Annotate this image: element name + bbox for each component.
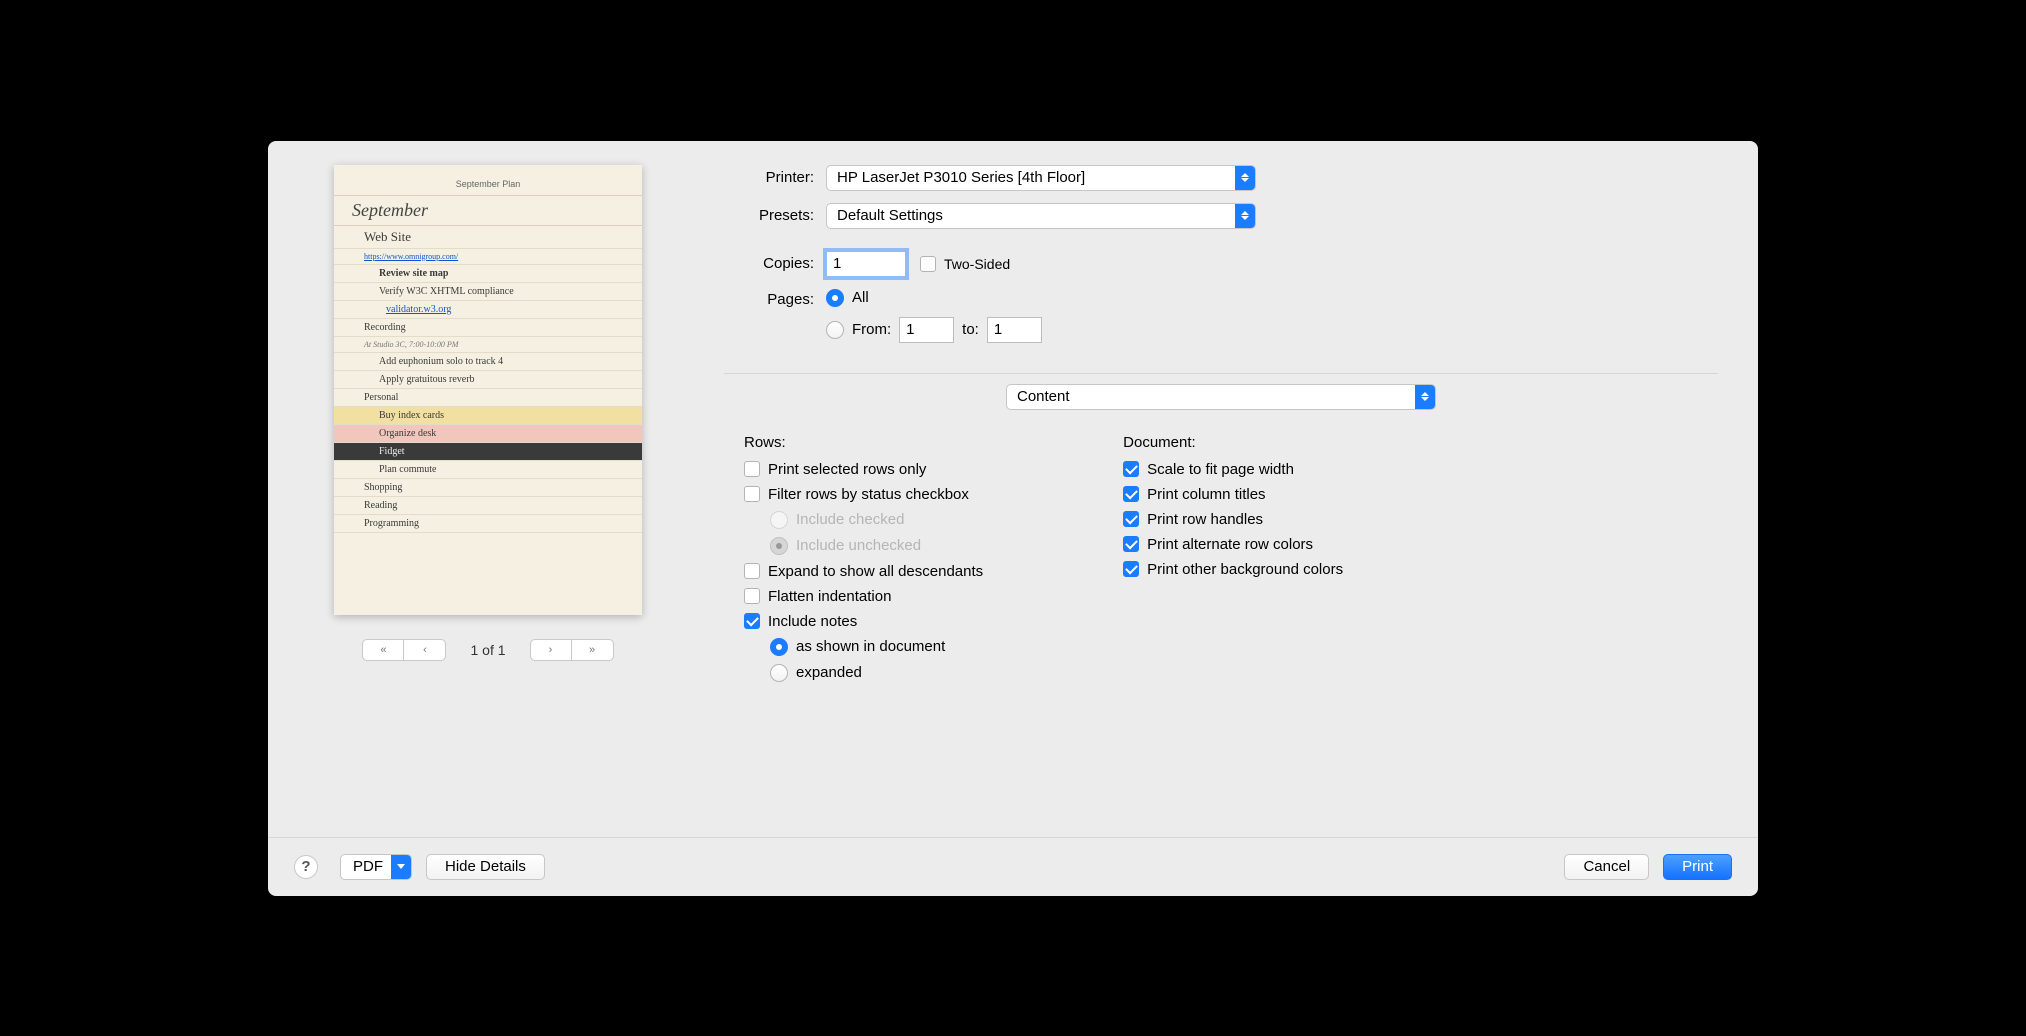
preview-row: Verify W3C XHTML compliance <box>334 283 642 301</box>
preview-row: Plan commute <box>334 461 642 479</box>
filter-status-label: Filter rows by status checkbox <box>768 486 969 503</box>
preview-row: Apply gratuitous reverb <box>334 371 642 389</box>
preview-row: Shopping <box>334 479 642 497</box>
include-checked-label: Include checked <box>796 511 904 528</box>
bg-colors-checkbox[interactable] <box>1123 561 1139 577</box>
notes-as-shown-label: as shown in document <box>796 638 945 655</box>
preview-row: At Studio 3C, 7:00-10:00 PM <box>334 337 642 353</box>
row-handles-label: Print row handles <box>1147 511 1263 528</box>
selected-rows-label: Print selected rows only <box>768 461 926 478</box>
cancel-button[interactable]: Cancel <box>1564 854 1649 880</box>
selected-rows-checkbox[interactable] <box>744 461 760 477</box>
preview-row: validator.w3.org <box>334 301 642 319</box>
flatten-indent-checkbox[interactable] <box>744 588 760 604</box>
column-titles-checkbox[interactable] <box>1123 486 1139 502</box>
pages-from-input[interactable] <box>899 317 954 343</box>
include-notes-checkbox[interactable] <box>744 613 760 629</box>
notes-expanded-label: expanded <box>796 664 862 681</box>
printer-select[interactable]: HP LaserJet P3010 Series [4th Floor] <box>826 165 1256 191</box>
alt-row-colors-label: Print alternate row colors <box>1147 536 1313 553</box>
pages-to-label: to: <box>962 321 979 338</box>
two-sided-label: Two-Sided <box>944 256 1010 272</box>
bg-colors-label: Print other background colors <box>1147 561 1343 578</box>
preview-row: https://www.omnigroup.com/ <box>334 249 642 265</box>
alt-row-colors-checkbox[interactable] <box>1123 536 1139 552</box>
pages-all-label: All <box>852 289 869 306</box>
pager-prev-button[interactable]: ‹ <box>404 639 446 661</box>
notes-expanded-radio[interactable] <box>770 664 788 682</box>
dialog-footer: ? PDF Hide Details Cancel Print <box>268 837 1758 896</box>
pages-all-radio[interactable] <box>826 289 844 307</box>
print-dialog: September Plan September Web Sitehttps:/… <box>268 141 1758 896</box>
preview-row: Organize desk <box>334 425 642 443</box>
print-preview-panel: September Plan September Web Sitehttps:/… <box>308 165 668 837</box>
pdf-menu-button[interactable]: PDF <box>340 854 412 880</box>
preview-row: Personal <box>334 389 642 407</box>
preview-row: Fidget <box>334 443 642 461</box>
stepper-icon <box>1235 204 1255 228</box>
scale-fit-checkbox[interactable] <box>1123 461 1139 477</box>
preview-row: Review site map <box>334 265 642 283</box>
scale-fit-label: Scale to fit page width <box>1147 461 1294 478</box>
copies-label: Copies: <box>724 255 814 272</box>
pages-range-radio[interactable] <box>826 321 844 339</box>
hide-details-button[interactable]: Hide Details <box>426 854 545 880</box>
presets-value: Default Settings <box>837 207 943 224</box>
print-button[interactable]: Print <box>1663 854 1732 880</box>
preview-row: Reading <box>334 497 642 515</box>
stepper-icon <box>1235 166 1255 190</box>
column-titles-label: Print column titles <box>1147 486 1265 503</box>
preview-row: Add euphonium solo to track 4 <box>334 353 642 371</box>
pager-last-button[interactable]: » <box>572 639 614 661</box>
include-unchecked-radio <box>770 537 788 555</box>
panel-value: Content <box>1017 388 1070 405</box>
pages-to-input[interactable] <box>987 317 1042 343</box>
preview-page: September Plan September Web Sitehttps:/… <box>334 165 642 615</box>
expand-descendants-label: Expand to show all descendants <box>768 563 983 580</box>
preview-row: Programming <box>334 515 642 533</box>
presets-select[interactable]: Default Settings <box>826 203 1256 229</box>
include-unchecked-label: Include unchecked <box>796 537 921 554</box>
expand-descendants-checkbox[interactable] <box>744 563 760 579</box>
printer-value: HP LaserJet P3010 Series [4th Floor] <box>837 169 1085 186</box>
help-button[interactable]: ? <box>294 855 318 879</box>
two-sided-checkbox[interactable] <box>920 256 936 272</box>
preview-row: Recording <box>334 319 642 337</box>
flatten-indent-label: Flatten indentation <box>768 588 891 605</box>
notes-as-shown-radio[interactable] <box>770 638 788 656</box>
preview-pager: « ‹ 1 of 1 › » <box>362 639 613 661</box>
include-notes-label: Include notes <box>768 613 857 630</box>
rows-options: Rows: Print selected rows only Filter ro… <box>744 434 983 690</box>
panel-select[interactable]: Content <box>1006 384 1436 410</box>
include-checked-radio <box>770 511 788 529</box>
copies-input[interactable] <box>826 251 906 277</box>
row-handles-checkbox[interactable] <box>1123 511 1139 527</box>
presets-label: Presets: <box>724 207 814 224</box>
preview-row: Buy index cards <box>334 407 642 425</box>
pager-first-button[interactable]: « <box>362 639 404 661</box>
filter-status-checkbox[interactable] <box>744 486 760 502</box>
printer-label: Printer: <box>724 169 814 186</box>
preview-title: September <box>334 195 642 226</box>
pager-label: 1 of 1 <box>470 642 505 658</box>
pages-from-label: From: <box>852 321 891 338</box>
document-options: Document: Scale to fit page width Print … <box>1123 434 1343 690</box>
pdf-menu-label: PDF <box>353 858 383 875</box>
preview-header: September Plan <box>334 179 642 189</box>
stepper-icon <box>1415 385 1435 409</box>
chevron-down-icon <box>391 855 411 879</box>
preview-row: Web Site <box>334 226 642 249</box>
document-title: Document: <box>1123 434 1343 451</box>
pages-label: Pages: <box>724 291 814 308</box>
pager-next-button[interactable]: › <box>530 639 572 661</box>
rows-title: Rows: <box>744 434 983 451</box>
